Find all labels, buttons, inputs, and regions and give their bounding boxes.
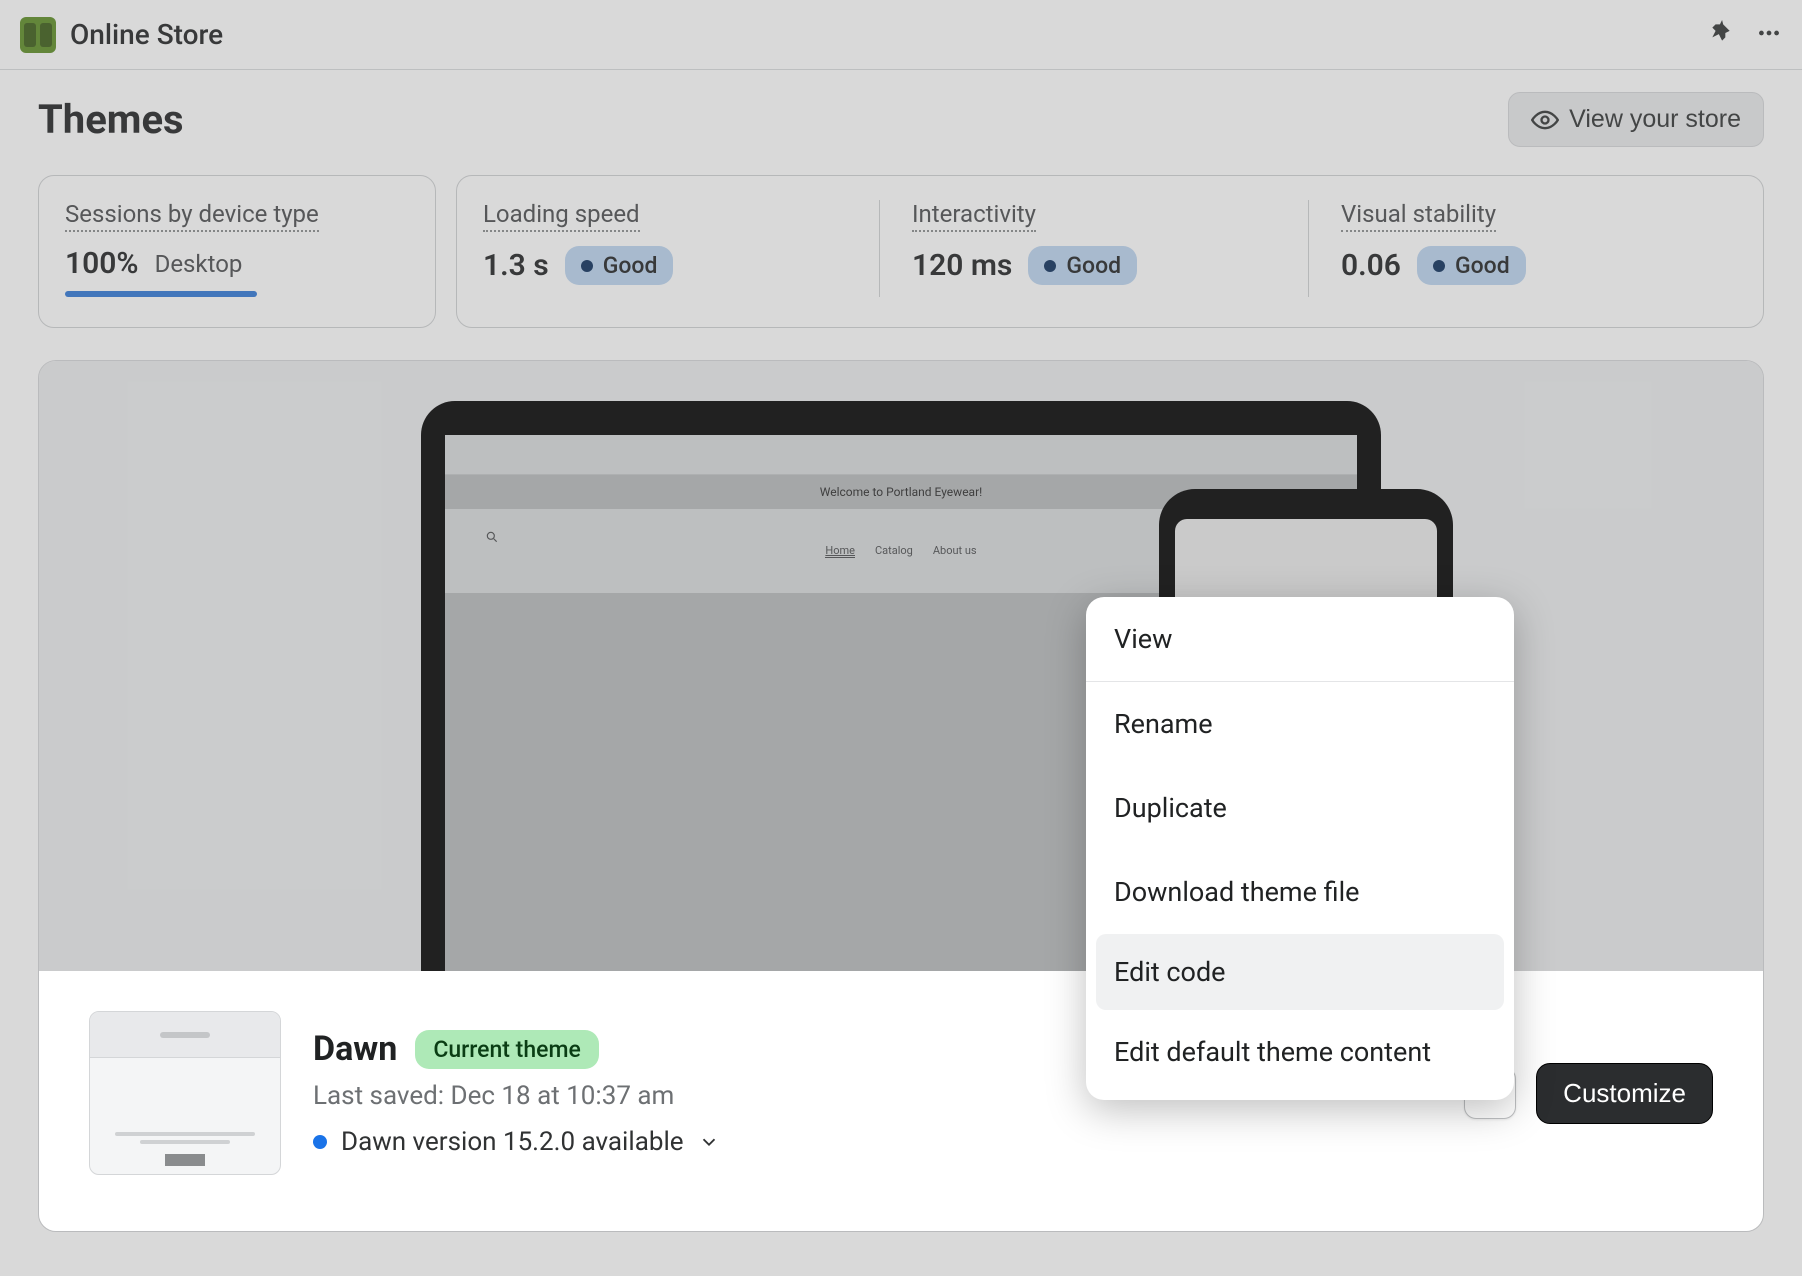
status-badge: Good xyxy=(1417,246,1526,285)
page-title: Themes xyxy=(38,96,184,143)
theme-actions-popover: View Rename Duplicate Download theme fil… xyxy=(1086,597,1514,1100)
metric-visual-stability[interactable]: Visual stability 0.06 Good xyxy=(1308,200,1737,297)
breadcrumb-title[interactable]: Online Store xyxy=(70,18,223,51)
metric-label: Visual stability xyxy=(1341,200,1496,232)
popover-item-view[interactable]: View xyxy=(1086,597,1514,682)
metrics-row: Sessions by device type 100% Desktop Loa… xyxy=(0,175,1802,360)
metric-value: 0.06 xyxy=(1341,248,1401,283)
status-badge: Good xyxy=(1028,246,1137,285)
metric-sessions[interactable]: Sessions by device type 100% Desktop xyxy=(38,175,436,328)
current-theme-badge: Current theme xyxy=(415,1030,598,1069)
preview-nav-link: About us xyxy=(933,544,977,558)
preview-nav-link: Catalog xyxy=(875,544,913,558)
popover-item-download[interactable]: Download theme file xyxy=(1086,850,1514,934)
popover-item-duplicate[interactable]: Duplicate xyxy=(1086,766,1514,850)
status-dot-icon xyxy=(1044,260,1056,272)
status-dot-icon xyxy=(1433,260,1445,272)
app-logo-icon xyxy=(20,17,56,53)
pin-icon[interactable] xyxy=(1708,20,1734,50)
metric-label: Sessions by device type xyxy=(65,200,319,232)
metric-vitals: Loading speed 1.3 s Good Interactivity 1… xyxy=(456,175,1764,328)
metric-label: Interactivity xyxy=(912,200,1036,232)
more-icon[interactable] xyxy=(1756,20,1782,50)
metric-interactivity[interactable]: Interactivity 120 ms Good xyxy=(879,200,1308,297)
search-icon xyxy=(485,529,499,548)
popover-item-edit-code[interactable]: Edit code xyxy=(1096,934,1504,1010)
popover-item-rename[interactable]: Rename xyxy=(1086,682,1514,766)
popover-item-edit-default-content[interactable]: Edit default theme content xyxy=(1086,1010,1514,1100)
top-bar: Online Store xyxy=(0,0,1802,70)
session-bar xyxy=(65,291,257,297)
chevron-down-icon xyxy=(698,1131,720,1153)
status-dot-icon xyxy=(581,260,593,272)
metric-sub: Desktop xyxy=(155,250,243,278)
theme-thumbnail xyxy=(89,1011,281,1175)
update-available-row[interactable]: Dawn version 15.2.0 available xyxy=(313,1127,1432,1157)
metric-value: 120 ms xyxy=(912,248,1012,283)
metric-label: Loading speed xyxy=(483,200,640,232)
preview-nav-link: Home xyxy=(825,544,855,558)
eye-icon xyxy=(1531,106,1559,134)
view-store-button[interactable]: View your store xyxy=(1508,92,1764,147)
update-available-text: Dawn version 15.2.0 available xyxy=(341,1127,684,1157)
view-store-label: View your store xyxy=(1569,105,1741,134)
customize-button[interactable]: Customize xyxy=(1536,1063,1713,1124)
metric-value: 1.3 s xyxy=(483,248,549,283)
page-header: Themes View your store xyxy=(0,70,1802,175)
update-dot-icon xyxy=(313,1135,327,1149)
metric-value: 100% xyxy=(65,246,139,281)
preview-nav: Home Catalog About us xyxy=(825,544,976,558)
status-badge: Good xyxy=(565,246,674,285)
theme-name: Dawn xyxy=(313,1029,397,1069)
metric-loading-speed[interactable]: Loading speed 1.3 s Good xyxy=(483,200,879,297)
preview-browser-chrome xyxy=(445,435,1357,475)
